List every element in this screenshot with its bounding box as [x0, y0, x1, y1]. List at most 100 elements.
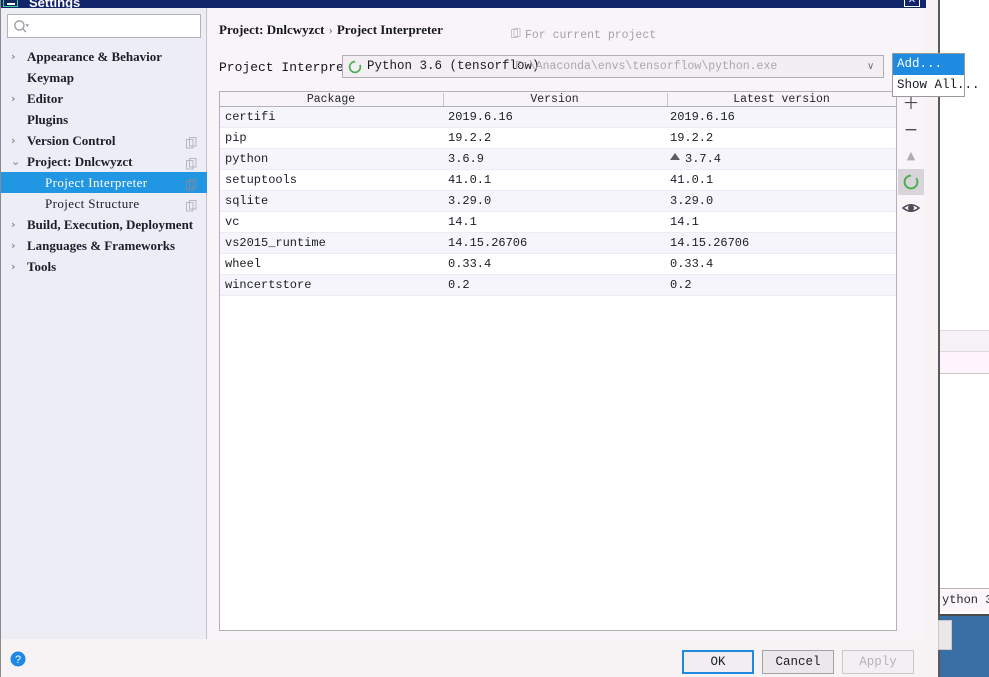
chevron-right-icon[interactable]: ›	[11, 88, 23, 109]
package-version-cell: 19.2.2	[448, 131, 492, 145]
table-row[interactable]: setuptools 41.0.1 41.0.1	[220, 170, 896, 191]
title-bar: Settings ✕	[1, 0, 926, 8]
uninstall-package-button[interactable]: −	[898, 117, 924, 143]
package-latest-version-text: 2019.6.16	[670, 110, 735, 124]
close-icon[interactable]: ✕	[904, 0, 920, 7]
package-name-cell: wincertstore	[225, 278, 312, 292]
chevron-right-icon[interactable]: ›	[11, 46, 23, 67]
table-row[interactable]: wheel 0.33.4 0.33.4	[220, 254, 896, 275]
sidebar-item-keymap[interactable]: Keymap	[1, 67, 207, 88]
package-table-body: certifi 2019.6.16 2019.6.16 pip 19.2.2 19.2.2…	[220, 107, 896, 296]
sidebar-item-project-interpreter[interactable]: Project Interpreter	[1, 172, 207, 193]
upgrade-package-icon: ▲	[906, 149, 916, 162]
sidebar-item-project-dnlcwyzct[interactable]: ⌄ Project: Dnlcwyzct	[1, 151, 207, 172]
package-latest-version-text: 19.2.2	[670, 131, 714, 145]
column-header-latest-version[interactable]: Latest version	[667, 92, 896, 107]
package-version-cell: 3.29.0	[448, 194, 492, 208]
package-latest-version-cell: 3.7.4	[670, 149, 890, 170]
settings-screen: ython 3.6 Settings ✕ ›Appear	[0, 0, 989, 677]
window-title: Settings	[29, 0, 81, 8]
table-row[interactable]: sqlite 3.29.0 3.29.0	[220, 191, 896, 212]
sidebar-item-tools[interactable]: › Tools	[1, 256, 207, 277]
package-name-cell: sqlite	[225, 194, 269, 208]
sidebar-item-version-control[interactable]: › Version Control	[1, 130, 207, 151]
package-version-cell: 0.33.4	[448, 257, 492, 271]
sidebar-item-label: Appearance & Behavior	[27, 49, 163, 64]
table-row[interactable]: wincertstore 0.2 0.2	[220, 275, 896, 296]
for-current-project-label: For current project	[511, 28, 656, 42]
package-latest-version-cell: 3.29.0	[670, 191, 890, 212]
settings-sidebar: › Appearance & Behavior Keymap › Editor Plugi…	[1, 8, 207, 639]
sidebar-item-languages-frameworks[interactable]: › Languages & Frameworks	[1, 235, 207, 256]
table-row[interactable]: pip 19.2.2 19.2.2	[220, 128, 896, 149]
package-name-cell: python	[225, 152, 269, 166]
svg-text:?: ?	[15, 654, 21, 666]
sidebar-item-editor[interactable]: › Editor	[1, 88, 207, 109]
menu-item-show-all[interactable]: Show All...	[893, 75, 980, 96]
package-latest-version-text: 3.29.0	[670, 194, 714, 208]
interpreter-context-menu: Add... Show All...	[892, 53, 980, 97]
sidebar-item-project-structure[interactable]: Project Structure	[1, 193, 207, 214]
cancel-button[interactable]: Cancel	[762, 650, 834, 674]
copy-settings-icon[interactable]	[186, 155, 197, 170]
background-row-a	[940, 330, 989, 352]
sidebar-item-label: Build, Execution, Deployment	[27, 217, 194, 232]
upgrade-available-icon	[670, 153, 680, 160]
upgrade-package-button[interactable]: ▲	[898, 143, 924, 169]
package-version-cell: 14.15.26706	[448, 236, 528, 250]
search-input[interactable]	[34, 17, 196, 35]
sidebar-item-label: Plugins	[27, 112, 69, 127]
interpreter-name: Python 3.6 (tensorflow)	[367, 59, 540, 73]
copy-settings-icon[interactable]	[186, 197, 197, 212]
show-early-releases-button[interactable]	[898, 195, 924, 221]
column-divider[interactable]	[667, 93, 668, 106]
sidebar-item-plugins[interactable]: Plugins	[1, 109, 207, 130]
sidebar-item-label: Editor	[27, 91, 64, 106]
column-divider[interactable]	[443, 93, 444, 106]
copy-settings-icon[interactable]	[186, 176, 197, 191]
table-row[interactable]: vs2015_runtime 14.15.26706 14.15.26706	[220, 233, 896, 254]
package-version-cell: 2019.6.16	[448, 110, 513, 124]
sidebar-item-appearance-behavior[interactable]: › Appearance & Behavior	[1, 46, 207, 67]
chevron-down-icon[interactable]: ⌄	[11, 151, 23, 172]
package-name-cell: setuptools	[225, 173, 298, 187]
chevron-down-icon[interactable]: ∨	[867, 62, 877, 72]
copy-settings-icon[interactable]	[186, 134, 197, 149]
refresh-button[interactable]	[898, 169, 924, 195]
package-version-cell: 3.6.9	[448, 152, 485, 166]
sidebar-item-build-execution-deployment[interactable]: › Build, Execution, Deployment	[1, 214, 207, 235]
help-icon[interactable]: ?	[10, 651, 26, 667]
table-row[interactable]: python 3.6.9 3.7.4	[220, 149, 896, 170]
sidebar-item-label: Keymap	[27, 70, 74, 85]
package-latest-version-cell: 41.0.1	[670, 170, 890, 191]
ok-button[interactable]: OK	[682, 650, 754, 674]
copy-settings-icon	[511, 28, 521, 39]
sidebar-item-label: Tools	[27, 259, 57, 274]
breadcrumb-parent[interactable]: Project: Dnlcwyzct	[219, 22, 325, 37]
interpreter-dropdown[interactable]: Python 3.6 (tensorflow) F:\Anaconda\envs…	[342, 55, 884, 78]
package-latest-version-text: 41.0.1	[670, 173, 714, 187]
eye-icon	[898, 195, 924, 221]
breadcrumb-separator: ›	[328, 22, 333, 37]
package-version-cell: 41.0.1	[448, 173, 492, 187]
uninstall-package-icon: −	[903, 120, 919, 140]
package-name-cell: certifi	[225, 110, 276, 124]
window-minimize-icon[interactable]	[3, 0, 18, 7]
interpreter-panel: Project: Dnlcwyzct › Project Interpreter F…	[208, 8, 980, 639]
column-header-version[interactable]: Version	[443, 92, 666, 107]
package-latest-version-text: 0.2	[670, 278, 692, 292]
sidebar-item-label: Project: Dnlcwyzct	[27, 154, 133, 169]
search-box[interactable]	[7, 14, 201, 38]
chevron-right-icon[interactable]: ›	[11, 256, 23, 277]
chevron-right-icon[interactable]: ›	[11, 130, 23, 151]
for-current-project-text: For current project	[525, 29, 657, 42]
chevron-right-icon[interactable]: ›	[11, 214, 23, 235]
package-latest-version-text: 14.1	[670, 215, 699, 229]
table-row[interactable]: vc 14.1 14.1	[220, 212, 896, 233]
chevron-right-icon[interactable]: ›	[11, 235, 23, 256]
menu-item-add[interactable]: Add...	[893, 54, 964, 75]
background-small-box	[938, 620, 952, 650]
refresh-icon	[898, 169, 924, 195]
column-header-package[interactable]: Package	[220, 92, 442, 107]
table-row[interactable]: certifi 2019.6.16 2019.6.16	[220, 107, 896, 128]
